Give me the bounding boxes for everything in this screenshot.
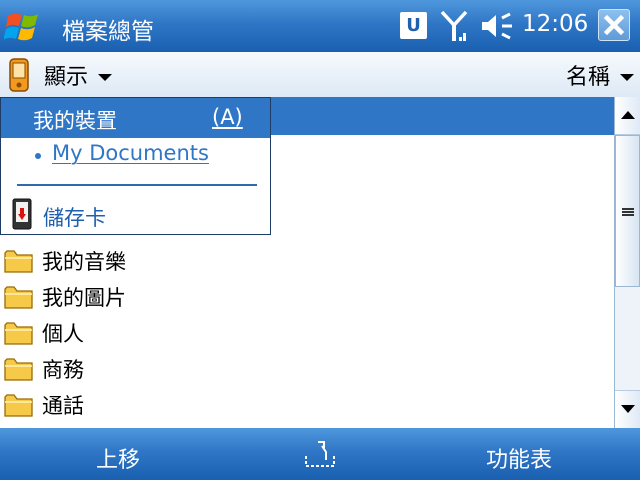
folder-icon [4, 358, 33, 381]
file-name: 商務 [42, 358, 84, 382]
folder-icon [4, 322, 33, 345]
list-item[interactable]: 通話 [0, 387, 614, 423]
file-name: 通話 [42, 394, 84, 418]
list-item[interactable]: 我的圖片 [0, 279, 614, 315]
folder-icon [4, 250, 33, 273]
view-menu-button[interactable]: 顯示 [8, 58, 113, 92]
location-dropdown: 我的裝置 (A) My Documents 儲存卡 [0, 97, 271, 235]
clock[interactable]: 12:06 [522, 11, 588, 37]
volume-icon[interactable] [480, 12, 514, 40]
bullet-icon [35, 153, 41, 159]
softkey-bar: 上移 功能表 [0, 428, 640, 480]
notification-u-icon[interactable]: U [400, 12, 427, 39]
close-button[interactable] [598, 9, 630, 41]
list-item[interactable]: 商務 [0, 351, 614, 387]
softkey-menu-button[interactable]: 功能表 [486, 442, 552, 474]
chevron-down-icon [620, 73, 634, 81]
my-device-shortcut: (A) [212, 105, 243, 129]
pocket-pc-device-icon [9, 58, 29, 92]
softkey-up-button[interactable]: 上移 [96, 442, 140, 474]
storage-card-label: 儲存卡 [43, 206, 106, 230]
my-documents-label: My Documents [52, 141, 209, 165]
list-item[interactable]: 個人 [0, 315, 614, 351]
signal-strength-icon[interactable] [440, 9, 468, 43]
scroll-down-button[interactable] [615, 390, 640, 428]
scroll-thumb[interactable] [615, 135, 640, 287]
dropdown-item-my-documents[interactable]: My Documents [1, 138, 270, 174]
close-icon [603, 14, 625, 36]
chevron-down-icon [98, 73, 113, 81]
vertical-scrollbar[interactable] [614, 97, 640, 428]
scroll-grip-icon [622, 208, 634, 216]
storage-card-icon [12, 198, 32, 230]
dropdown-separator [17, 184, 257, 186]
sort-menu-label: 名稱 [565, 65, 610, 90]
file-name: 我的圖片 [42, 286, 126, 310]
list-item[interactable]: 我的音樂 [0, 243, 614, 279]
file-name: 我的音樂 [42, 250, 126, 274]
folder-icon [4, 394, 33, 417]
input-panel-icon[interactable] [302, 438, 338, 470]
title-bar: 檔案總管 U 12:06 [0, 0, 640, 52]
windows-start-icon[interactable] [4, 6, 46, 46]
my-device-label: 我的裝置 [33, 109, 117, 133]
app-title: 檔案總管 [62, 19, 154, 45]
scroll-up-button[interactable] [615, 97, 640, 135]
sort-menu-button[interactable]: 名稱 [566, 58, 634, 92]
dropdown-item-storage-card[interactable]: 儲存卡 [1, 195, 270, 233]
view-bar: 顯示 名稱 [0, 52, 640, 98]
dropdown-item-my-device[interactable]: 我的裝置 (A) [1, 98, 270, 138]
folder-icon [4, 286, 33, 309]
file-name: 個人 [42, 322, 84, 346]
view-menu-label: 顯示 [44, 65, 89, 90]
